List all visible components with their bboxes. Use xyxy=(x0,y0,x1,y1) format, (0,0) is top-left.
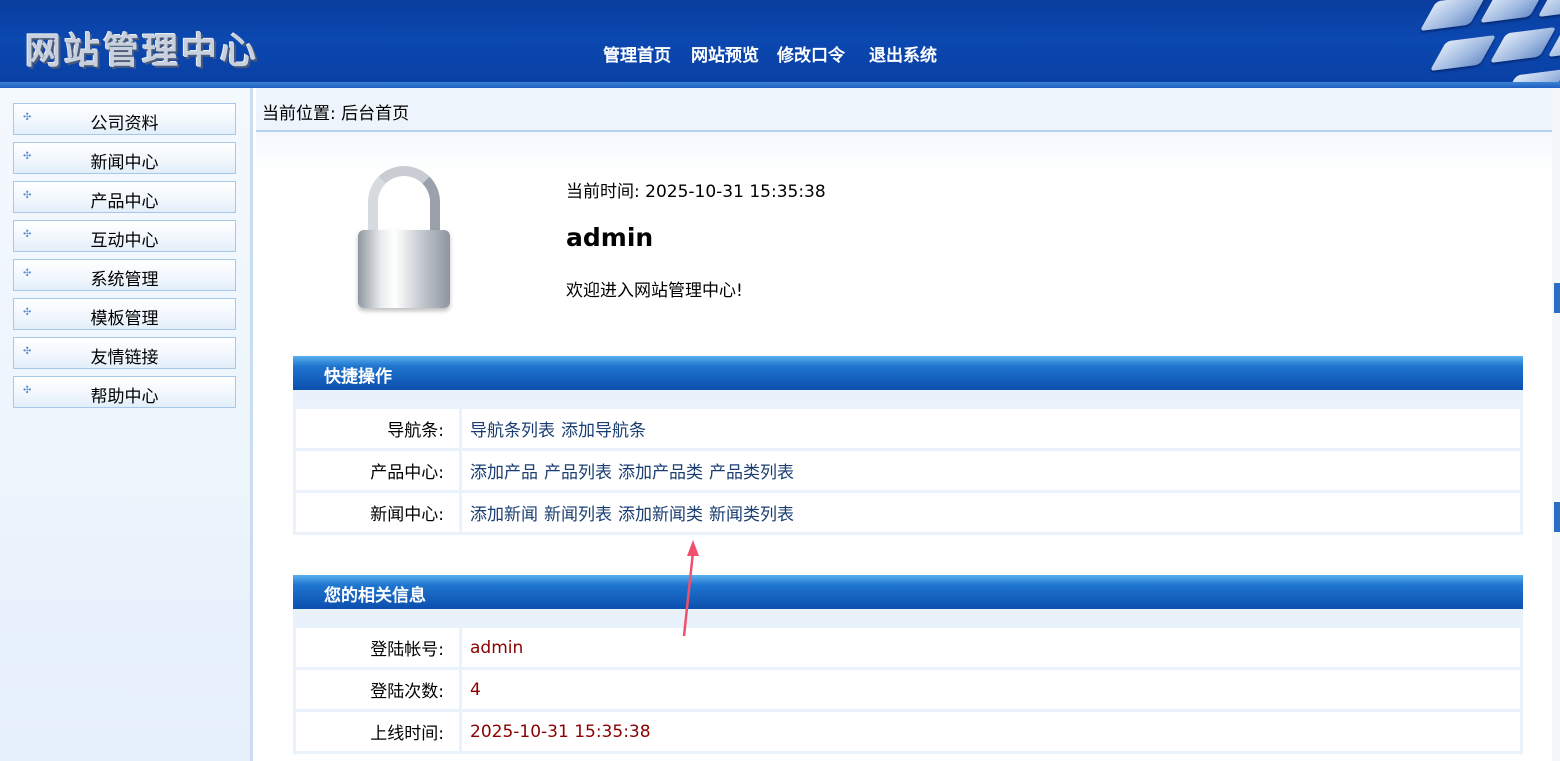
sidebar-item-label: 产品中心 xyxy=(90,192,159,212)
nav-change-password[interactable]: 修改口令 xyxy=(777,44,845,68)
sidebar-item-label: 友情链接 xyxy=(90,348,159,368)
edge-marker xyxy=(1554,502,1560,532)
row-links: 导航条列表 添加导航条 xyxy=(462,409,1520,448)
online-time-value: 2025-10-31 15:35:38 xyxy=(462,712,1520,751)
sidebar-item-system-management[interactable]: ✣ 系统管理 xyxy=(13,259,236,291)
sidebar-item-news-center[interactable]: ✣ 新闻中心 xyxy=(13,142,236,174)
nav-admin-home[interactable]: 管理首页 xyxy=(603,44,671,68)
quick-ops-title: 快捷操作 xyxy=(324,367,392,387)
link-news-category-list[interactable]: 新闻类列表 xyxy=(709,505,794,525)
link-product-category-list[interactable]: 产品类列表 xyxy=(709,463,794,483)
row-label: 导航条: xyxy=(296,409,459,448)
table-row: 登陆帐号: admin xyxy=(296,628,1520,667)
link-add-nav[interactable]: 添加导航条 xyxy=(561,421,646,441)
current-time: 当前时间: 2025-10-31 15:35:38 xyxy=(566,177,826,202)
row-links: 添加产品 产品列表 添加产品类 产品类列表 xyxy=(462,451,1520,490)
sidebar-item-help-center[interactable]: ✣ 帮助中心 xyxy=(13,376,236,408)
top-nav: 管理首页 网站预览 修改口令 退出系统 xyxy=(603,44,957,68)
scrollbar-track[interactable] xyxy=(1552,88,1560,761)
link-add-product-category[interactable]: 添加产品类 xyxy=(618,463,703,483)
table-row: 新闻中心: 添加新闻 新闻列表 添加新闻类 新闻类列表 xyxy=(296,493,1520,532)
row-links: 添加新闻 新闻列表 添加新闻类 新闻类列表 xyxy=(462,493,1520,532)
link-nav-list[interactable]: 导航条列表 xyxy=(470,421,555,441)
site-logo: 网站管理中心 xyxy=(25,31,260,72)
sidebar-item-template-management[interactable]: ✣ 模板管理 xyxy=(13,298,236,330)
link-add-news-category[interactable]: 添加新闻类 xyxy=(618,505,703,525)
current-time-label: 当前时间: xyxy=(566,182,640,202)
sidebar-item-label: 帮助中心 xyxy=(90,387,159,407)
table-row: 登陆次数: 4 xyxy=(296,670,1520,709)
welcome-message: 欢迎进入网站管理中心! xyxy=(566,281,743,301)
user-info-table: 登陆帐号: admin 登陆次数: 4 上线时间: 2025-10-31 15:… xyxy=(293,625,1523,754)
breadcrumb-text: 当前位置: 后台首页 xyxy=(262,104,410,124)
lock-icon xyxy=(351,160,471,320)
user-info-title: 您的相关信息 xyxy=(324,586,426,606)
row-label: 上线时间: xyxy=(296,712,459,751)
sidebar: ✣ 公司资料 ✣ 新闻中心 ✣ 产品中心 ✣ 互动中心 ✣ 系统管理 ✣ 模板管… xyxy=(0,88,253,761)
sidebar-item-label: 系统管理 xyxy=(90,270,159,290)
current-time-value: 2025-10-31 15:35:38 xyxy=(645,182,826,202)
quick-ops-table: 导航条: 导航条列表 添加导航条 产品中心: 添加产品 产品列表 添加产品类 产品类列表… xyxy=(293,406,1523,535)
row-label: 登陆次数: xyxy=(296,670,459,709)
edge-marker xyxy=(1554,283,1560,313)
keyboard-decoration-icon xyxy=(1390,0,1560,88)
header-banner: 网站管理中心 管理首页 网站预览 修改口令 退出系统 xyxy=(0,0,1560,88)
sidebar-item-interaction-center[interactable]: ✣ 互动中心 xyxy=(13,220,236,252)
quick-ops-header: 快捷操作 xyxy=(293,356,1523,390)
row-label: 新闻中心: xyxy=(296,493,459,532)
row-label: 产品中心: xyxy=(296,451,459,490)
nav-logout[interactable]: 退出系统 xyxy=(869,44,937,68)
sidebar-item-company-info[interactable]: ✣ 公司资料 xyxy=(13,103,236,135)
link-add-news[interactable]: 添加新闻 xyxy=(470,505,538,525)
table-row: 导航条: 导航条列表 添加导航条 xyxy=(296,409,1520,448)
link-add-product[interactable]: 添加产品 xyxy=(470,463,538,483)
table-row: 上线时间: 2025-10-31 15:35:38 xyxy=(296,712,1520,751)
link-news-list[interactable]: 新闻列表 xyxy=(544,505,612,525)
login-account-value: admin xyxy=(462,628,1520,667)
sidebar-item-label: 模板管理 xyxy=(90,309,159,329)
main-content: 当前位置: 后台首页 当前时间: 2025-10-31 15:35:38 adm… xyxy=(256,88,1552,761)
table-row: 产品中心: 添加产品 产品列表 添加产品类 产品类列表 xyxy=(296,451,1520,490)
sidebar-item-product-center[interactable]: ✣ 产品中心 xyxy=(13,181,236,213)
login-count-value: 4 xyxy=(462,670,1520,709)
user-info-header: 您的相关信息 xyxy=(293,575,1523,609)
sidebar-item-label: 互动中心 xyxy=(90,231,159,251)
row-label: 登陆帐号: xyxy=(296,628,459,667)
breadcrumb: 当前位置: 后台首页 xyxy=(256,88,1552,132)
sidebar-item-friend-links[interactable]: ✣ 友情链接 xyxy=(13,337,236,369)
sidebar-item-label: 新闻中心 xyxy=(90,153,159,173)
username-heading: admin xyxy=(566,223,654,252)
link-product-list[interactable]: 产品列表 xyxy=(544,463,612,483)
sidebar-item-label: 公司资料 xyxy=(90,114,159,134)
nav-site-preview[interactable]: 网站预览 xyxy=(691,44,759,68)
